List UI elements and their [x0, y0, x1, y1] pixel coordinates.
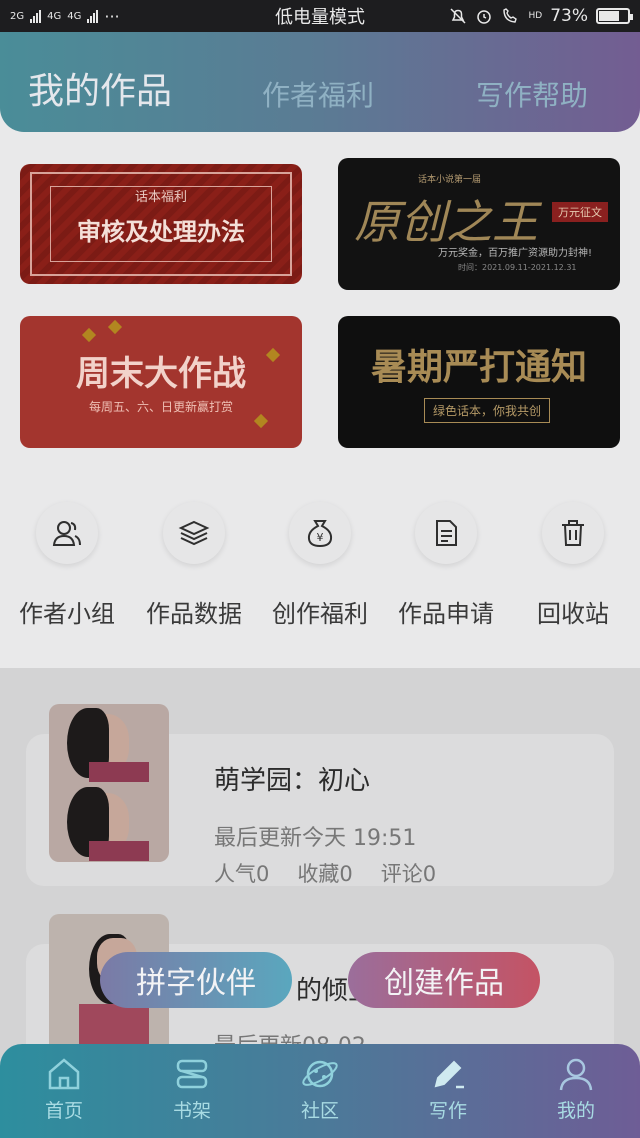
partner-button[interactable]: 拼字伙伴	[100, 952, 292, 1008]
money-bag-icon: ¥	[307, 520, 333, 548]
nav-write[interactable]: 写作	[384, 1054, 512, 1123]
shortcut-circle	[163, 502, 225, 564]
network-label: 2G	[10, 10, 25, 22]
work-cover[interactable]	[49, 704, 169, 862]
nav-bookshelf[interactable]: 书架	[128, 1054, 256, 1123]
signal-icon	[30, 9, 42, 23]
bookshelf-icon	[176, 1059, 208, 1089]
popularity-count: 人气0	[214, 862, 270, 886]
banner-badge: 绿色话本，你我共创	[424, 398, 551, 423]
main-content: 话本福利 审核及处理办法 话本小说第一届 原创之王 万元征文 万元奖金，百万推广…	[0, 132, 640, 668]
network-label: 4G	[47, 10, 62, 22]
shortcut-circle	[415, 502, 477, 564]
banner-title: 原创之王	[354, 195, 538, 249]
header: 我的作品 作者福利 写作帮助	[0, 32, 640, 132]
person-icon	[559, 1058, 593, 1091]
status-right: HD 73%	[430, 6, 633, 26]
cover-photo-bottom	[49, 783, 169, 862]
layers-icon	[178, 520, 210, 546]
create-work-button[interactable]: 创建作品	[348, 952, 540, 1008]
shortcut-label: 作者小组	[19, 600, 115, 628]
nav-label: 社区	[300, 1100, 339, 1122]
shortcut-label: 创作福利	[272, 600, 368, 628]
work-updated: 最后更新今天 19:51	[214, 826, 417, 851]
banner-description: 万元奖金，百万推广资源助力封神!	[438, 248, 593, 259]
banner-tag: 万元征文	[552, 202, 608, 222]
work-stats: 人气0 收藏0 评论0	[214, 858, 436, 888]
status-bar: 2G 4G 4G ··· 低电量模式 HD 73%	[0, 0, 640, 32]
nav-label: 我的	[556, 1100, 595, 1122]
more-dots: ···	[104, 6, 120, 26]
pen-icon	[434, 1060, 464, 1089]
coin-decoration	[107, 319, 123, 335]
shortcut-circle	[36, 502, 98, 564]
signal-icon	[87, 9, 99, 23]
banner-weekend-battle[interactable]: 周末大作战 每周五、六、日更新赢打赏	[20, 316, 302, 448]
banner-title: 周末大作战	[76, 354, 246, 394]
shortcut-recycle-bin[interactable]: 回收站	[509, 502, 637, 629]
banner-subtitle: 话本小说第一届	[418, 175, 482, 185]
network-label: 4G	[67, 10, 82, 22]
svg-text:¥: ¥	[317, 531, 324, 544]
trash-icon	[562, 520, 584, 546]
nav-community[interactable]: 社区	[256, 1054, 384, 1123]
shortcut-work-data[interactable]: 作品数据	[130, 502, 258, 629]
shortcut-label: 作品申请	[398, 600, 494, 628]
shortcut-work-application[interactable]: 作品申请	[382, 502, 510, 629]
shortcut-circle: ¥	[289, 502, 351, 564]
favorites-count: 收藏0	[297, 862, 353, 886]
work-title: 萌学园：初心	[214, 766, 371, 796]
battery-percent: 73%	[550, 6, 588, 26]
battery-icon	[596, 8, 633, 24]
nav-label: 书架	[172, 1100, 211, 1122]
shortcut-grid: 作者小组 作品数据 ¥ 创作福利 作品申请 回收站	[0, 502, 640, 642]
banner-date: 时间：2021.09.11-2021.12.31	[458, 263, 577, 272]
nav-label: 写作	[428, 1100, 467, 1122]
shortcut-label: 作品数据	[146, 600, 242, 628]
power-mode-label: 低电量模式	[275, 7, 365, 28]
planet-icon	[302, 1060, 338, 1088]
nav-home[interactable]: 首页	[0, 1054, 128, 1123]
cover-photo-top	[49, 704, 169, 783]
nav-label: 首页	[44, 1100, 83, 1122]
home-icon	[48, 1058, 80, 1090]
hd-label: HD	[528, 11, 543, 21]
status-left: 2G 4G 4G ···	[10, 7, 210, 26]
shortcut-author-group[interactable]: 作者小组	[3, 502, 131, 629]
banner-small-text: 话本福利	[134, 190, 187, 205]
banner-description: 每周五、六、日更新赢打赏	[88, 400, 233, 414]
mute-bell-icon	[449, 8, 466, 24]
shortcut-label: 回收站	[537, 600, 609, 628]
shortcut-circle	[542, 502, 604, 564]
group-icon	[52, 521, 81, 546]
hd-call-icon	[502, 8, 517, 23]
banner-title: 暑期严打通知	[370, 347, 587, 388]
battery-fill	[599, 11, 620, 21]
tab-my-works[interactable]: 我的作品	[28, 62, 172, 114]
nav-me[interactable]: 我的	[512, 1054, 640, 1123]
banner-original-king[interactable]: 话本小说第一届 原创之王 万元征文 万元奖金，百万推广资源助力封神! 时间：20…	[338, 158, 620, 290]
bottom-nav: 首页 书架 社区 写作 我的	[0, 1044, 640, 1138]
comments-count: 评论0	[380, 862, 437, 886]
alarm-icon	[476, 10, 491, 24]
shortcut-creation-benefits[interactable]: ¥ 创作福利	[256, 502, 384, 629]
document-icon	[436, 520, 457, 546]
tab-author-benefits[interactable]: 作者福利	[262, 74, 374, 114]
banner-summer-notice[interactable]: 暑期严打通知 绿色话本，你我共创	[338, 316, 620, 448]
banner-review-rules[interactable]: 话本福利 审核及处理办法	[20, 164, 302, 284]
coin-decoration	[253, 413, 269, 429]
coin-decoration	[81, 327, 97, 343]
banner-title: 审核及处理办法	[77, 218, 245, 246]
tab-writing-help[interactable]: 写作帮助	[476, 74, 588, 114]
